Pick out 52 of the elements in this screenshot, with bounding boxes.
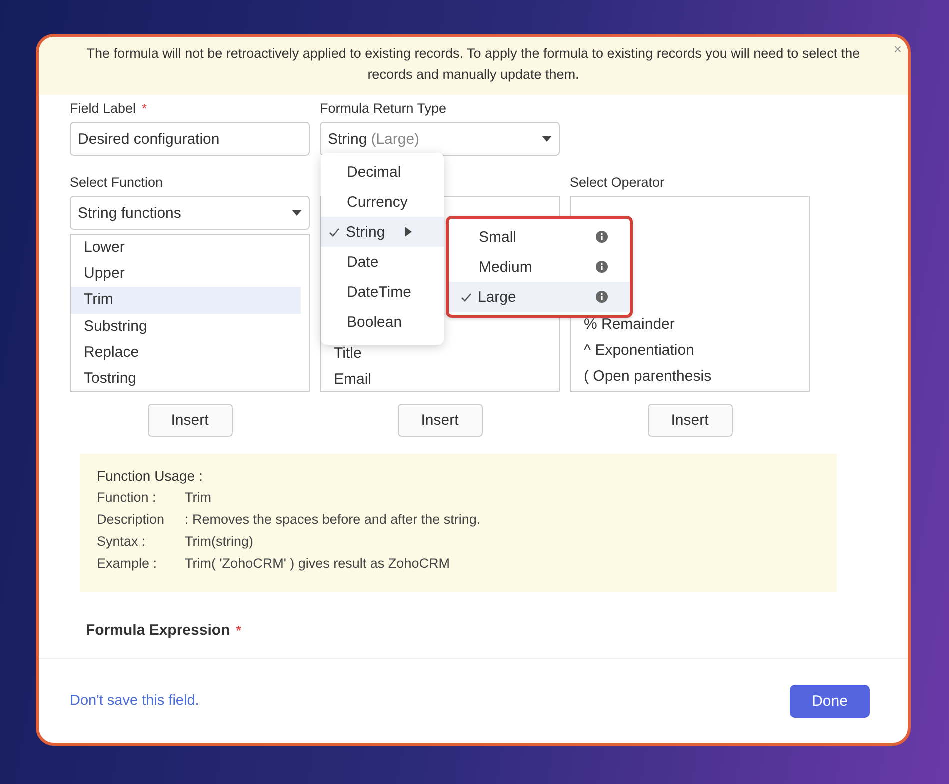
usage-value: Trim( 'ZohoCRM' ) gives result as ZohoCRM [185, 555, 451, 573]
info-icon[interactable] [596, 261, 608, 273]
function-category-select[interactable]: String functions [70, 196, 310, 230]
menu-item[interactable]: Decimal [321, 157, 444, 187]
list-item[interactable]: % Remainder [571, 312, 801, 338]
list-item[interactable]: Substring [71, 314, 301, 340]
field-label: Field Label * [70, 101, 148, 118]
check-icon [461, 292, 472, 302]
list-item[interactable]: ^ Exponentiation [571, 338, 801, 364]
list-item[interactable]: Lower [71, 235, 301, 262]
usage-key: Function : [97, 487, 185, 509]
dont-save-link[interactable]: Don't save this field. [70, 693, 200, 709]
usage-title: Function Usage : [97, 468, 204, 484]
submenu-item[interactable]: Small [449, 222, 630, 252]
info-icon[interactable] [596, 231, 608, 243]
usage-value: : Removes the spaces before and after the string. [185, 511, 482, 529]
menu-item[interactable]: Boolean [321, 307, 444, 337]
column-label: Select Operator [570, 175, 665, 192]
notice-text: The formula will not be retroactively applied to existing records. To apply the formula to existing records you will need to select the records and manually update them. [86, 46, 860, 82]
list-item[interactable]: ( Open parenthesis [571, 364, 801, 391]
list-item[interactable]: Title [321, 341, 551, 368]
usage-key: Syntax : [97, 531, 185, 553]
check-icon [329, 228, 340, 236]
caret-icon [292, 210, 302, 216]
insert-button[interactable]: Insert [398, 404, 482, 437]
menu-item[interactable]: Currency [321, 187, 444, 217]
list-item[interactable]: Trim [71, 287, 301, 314]
required-mark: * [236, 623, 242, 638]
list-item[interactable]: Tostring [71, 366, 301, 391]
required-mark: * [142, 101, 148, 116]
usage-value: Trim(string) [185, 533, 254, 551]
field-label-input[interactable]: Desired configuration [70, 122, 310, 156]
menu-item[interactable]: Date [321, 247, 444, 277]
return-type-label: Formula Return Type [320, 101, 447, 118]
usage-key: Description [97, 509, 185, 531]
usage-value: Trim [185, 489, 212, 507]
insert-button[interactable]: Insert [648, 404, 732, 437]
info-icon[interactable] [596, 291, 608, 303]
caret-icon [542, 136, 552, 142]
column-label: Select Function [70, 175, 164, 192]
insert-button[interactable]: Insert [148, 404, 232, 437]
list-item[interactable]: Upper [71, 261, 301, 288]
formula-expression-label: Formula Expression * [86, 622, 242, 639]
submenu-arrow-icon [405, 227, 412, 237]
menu-item[interactable]: DateTime [321, 277, 444, 307]
list-item[interactable]: Replace [71, 340, 301, 366]
usage-key: Example : [97, 553, 185, 575]
list-item[interactable]: Email [321, 367, 551, 391]
menu-item[interactable]: String [321, 217, 444, 247]
done-button[interactable]: Done [790, 684, 870, 718]
submenu-item[interactable]: Large [449, 282, 630, 312]
submenu-item[interactable]: Medium [449, 252, 630, 282]
